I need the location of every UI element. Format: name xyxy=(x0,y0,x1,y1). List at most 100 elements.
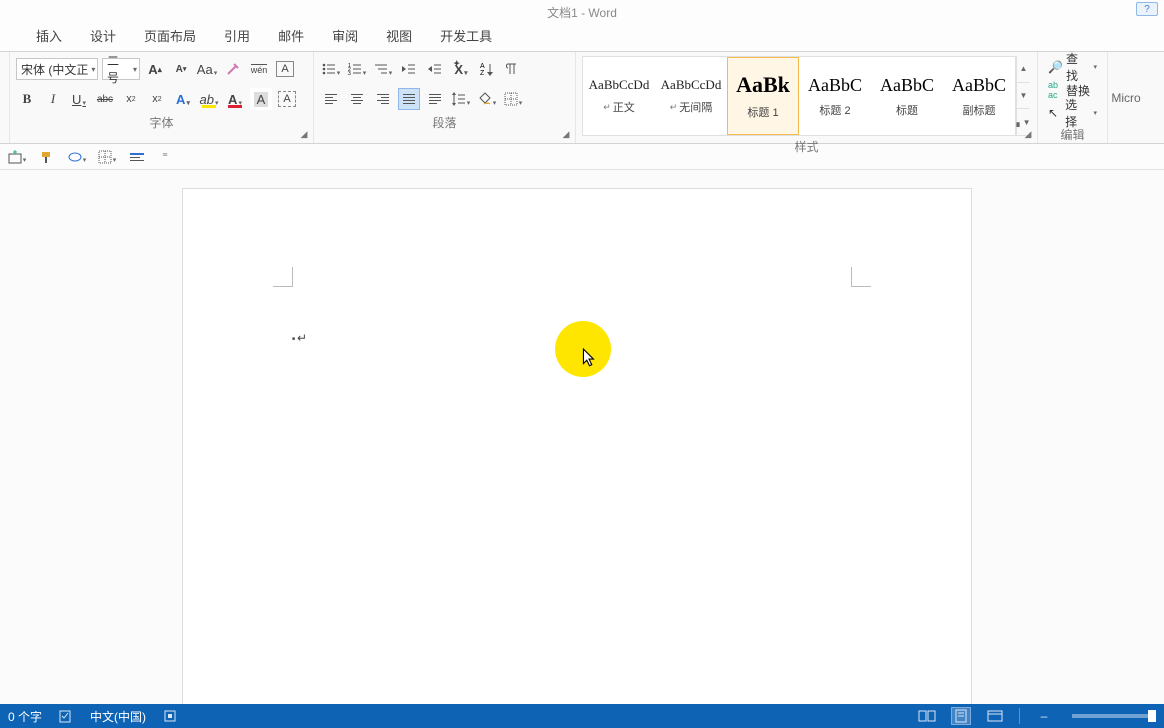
borders-button[interactable]: ▾ xyxy=(502,88,524,110)
status-word-count[interactable]: 0 个字 xyxy=(8,708,42,725)
char-border-button[interactable]: A xyxy=(276,88,298,110)
view-read-button[interactable] xyxy=(917,707,937,725)
find-button[interactable]: 🔎 查找▾ xyxy=(1044,56,1101,78)
style-name: 副标题 xyxy=(963,102,996,118)
paragraph-dialog-launcher[interactable]: ◢ xyxy=(560,128,572,140)
font-size-combo[interactable]: 二号▾ xyxy=(102,58,140,80)
sort-button[interactable]: AZ xyxy=(476,58,498,80)
bullets-button[interactable]: ▾ xyxy=(320,58,342,80)
shading-button[interactable]: ▾ xyxy=(476,88,498,110)
page[interactable]: ↵ xyxy=(182,188,972,704)
bold-button[interactable]: B xyxy=(16,88,38,110)
mouse-cursor-icon xyxy=(582,348,596,368)
status-macro-icon[interactable] xyxy=(160,707,180,725)
status-language[interactable]: 中文(中国) xyxy=(90,708,146,725)
qat-para-button[interactable] xyxy=(126,147,148,167)
tab-review[interactable]: 审阅 xyxy=(328,22,362,51)
zoom-out-button[interactable]: – xyxy=(1034,707,1054,725)
view-print-button[interactable] xyxy=(951,707,971,725)
font-name-value: 宋体 (中文正 xyxy=(21,61,88,78)
qat-more-button[interactable]: ⁼ xyxy=(156,147,174,167)
align-justify-button[interactable] xyxy=(398,88,420,110)
enclose-char-button[interactable]: A xyxy=(274,58,296,80)
style-preview: AaBbCcDd xyxy=(661,77,722,93)
style-item-4[interactable]: AaBbC 标题 xyxy=(871,57,943,135)
multilevel-button[interactable]: ▾ xyxy=(372,58,394,80)
superscript-button[interactable]: x2 xyxy=(146,88,168,110)
style-item-2[interactable]: AaBk 标题 1 xyxy=(727,57,799,135)
tab-mail[interactable]: 邮件 xyxy=(274,22,308,51)
style-name: 标题 xyxy=(896,102,918,118)
subscript-button[interactable]: x2 xyxy=(120,88,142,110)
font-dialog-launcher[interactable]: ◢ xyxy=(298,128,310,140)
indent-increase-button[interactable] xyxy=(424,58,446,80)
style-item-1[interactable]: AaBbCcDd ↵无间隔 xyxy=(655,57,727,135)
clear-format-button[interactable] xyxy=(222,58,244,80)
align-center-button[interactable] xyxy=(346,88,368,110)
highlight-color-button[interactable]: ab▾ xyxy=(198,88,220,110)
style-preview: AaBbC xyxy=(880,75,934,96)
window-title: 文档1 - Word xyxy=(547,4,617,21)
distributed-button[interactable] xyxy=(424,88,446,110)
tab-developer[interactable]: 开发工具 xyxy=(436,22,496,51)
align-left-button[interactable] xyxy=(320,88,342,110)
align-right-button[interactable] xyxy=(372,88,394,110)
tab-view[interactable]: 视图 xyxy=(382,22,416,51)
replace-icon: abac xyxy=(1048,80,1062,100)
text-cursor: ↵ xyxy=(292,331,307,345)
style-preview: AaBk xyxy=(736,72,790,98)
asian-layout-button[interactable]: X✦▾ xyxy=(450,58,472,80)
shrink-font-button[interactable]: A▾ xyxy=(170,58,192,80)
styles-dialog-launcher[interactable]: ◢ xyxy=(1022,128,1034,140)
ribbon-tabs: 插入 设计 页面布局 引用 邮件 审阅 视图 开发工具 xyxy=(0,24,1164,52)
view-web-button[interactable] xyxy=(985,707,1005,725)
svg-text:3: 3 xyxy=(348,71,351,77)
change-case-button[interactable]: Aa▾ xyxy=(196,58,218,80)
grow-font-button[interactable]: A▴ xyxy=(144,58,166,80)
style-name: ↵无间隔 xyxy=(670,99,713,115)
phonetic-guide-button[interactable]: wén xyxy=(248,58,270,80)
font-size-value: 二号 xyxy=(107,52,130,86)
tab-design[interactable]: 设计 xyxy=(86,22,120,51)
paragraph-group-label: 段落 xyxy=(320,112,569,131)
document-canvas[interactable]: ↵ xyxy=(0,170,1164,704)
underline-button[interactable]: U▾ xyxy=(68,88,90,110)
styles-gallery: AaBbCcDd↵正文 AaBbCcDd ↵无间隔 AaBk 标题 1 AaBbC标题 2… xyxy=(582,56,1016,136)
style-item-5[interactable]: AaBbC 副标题 xyxy=(943,57,1015,135)
margin-mark-top-right xyxy=(851,267,871,287)
status-proofing-icon[interactable] xyxy=(56,707,76,725)
char-shading-button[interactable]: A xyxy=(250,88,272,110)
tab-insert[interactable]: 插入 xyxy=(32,22,66,51)
style-preview: AaBbC xyxy=(952,75,1006,96)
tab-layout[interactable]: 页面布局 xyxy=(140,22,200,51)
style-item-3[interactable]: AaBbC标题 2 xyxy=(799,57,871,135)
select-icon: ↖ xyxy=(1048,106,1061,120)
numbering-button[interactable]: 123▾ xyxy=(346,58,368,80)
gallery-down-button[interactable]: ▼ xyxy=(1017,83,1030,110)
qat-shape-button[interactable]: ▾ xyxy=(66,147,88,167)
style-item-0[interactable]: AaBbCcDd↵正文 xyxy=(583,57,655,135)
qat-format-painter-button[interactable] xyxy=(36,147,58,167)
style-name: ↵正文 xyxy=(603,99,635,115)
show-marks-button[interactable] xyxy=(502,58,524,80)
style-preview: AaBbC xyxy=(808,75,862,96)
qat-table-button[interactable]: ▾ xyxy=(96,147,118,167)
text-effects-button[interactable]: A▾ xyxy=(172,88,194,110)
status-bar: 0 个字 中文(中国) – xyxy=(0,704,1164,728)
strike-button[interactable]: abc xyxy=(94,88,116,110)
styles-gallery-scroll: ▲ ▼ ▖▼ xyxy=(1016,56,1030,136)
qat-add-row-button[interactable]: ▾ xyxy=(6,147,28,167)
gallery-up-button[interactable]: ▲ xyxy=(1017,56,1030,83)
binoculars-icon: 🔎 xyxy=(1048,60,1062,74)
indent-decrease-button[interactable] xyxy=(398,58,420,80)
select-button[interactable]: ↖ 选择▾ xyxy=(1044,102,1101,124)
font-color-button[interactable]: A▾ xyxy=(224,88,246,110)
editing-group: 🔎 查找▾ abac 替换 ↖ 选择▾ 编辑 xyxy=(1038,52,1108,143)
tab-references[interactable]: 引用 xyxy=(220,22,254,51)
italic-button[interactable]: I xyxy=(42,88,64,110)
font-name-combo[interactable]: 宋体 (中文正▾ xyxy=(16,58,98,80)
line-spacing-button[interactable]: ▾ xyxy=(450,88,472,110)
help-button[interactable]: ? xyxy=(1136,2,1158,16)
zoom-slider[interactable] xyxy=(1072,714,1152,718)
style-name: 标题 1 xyxy=(747,104,778,120)
